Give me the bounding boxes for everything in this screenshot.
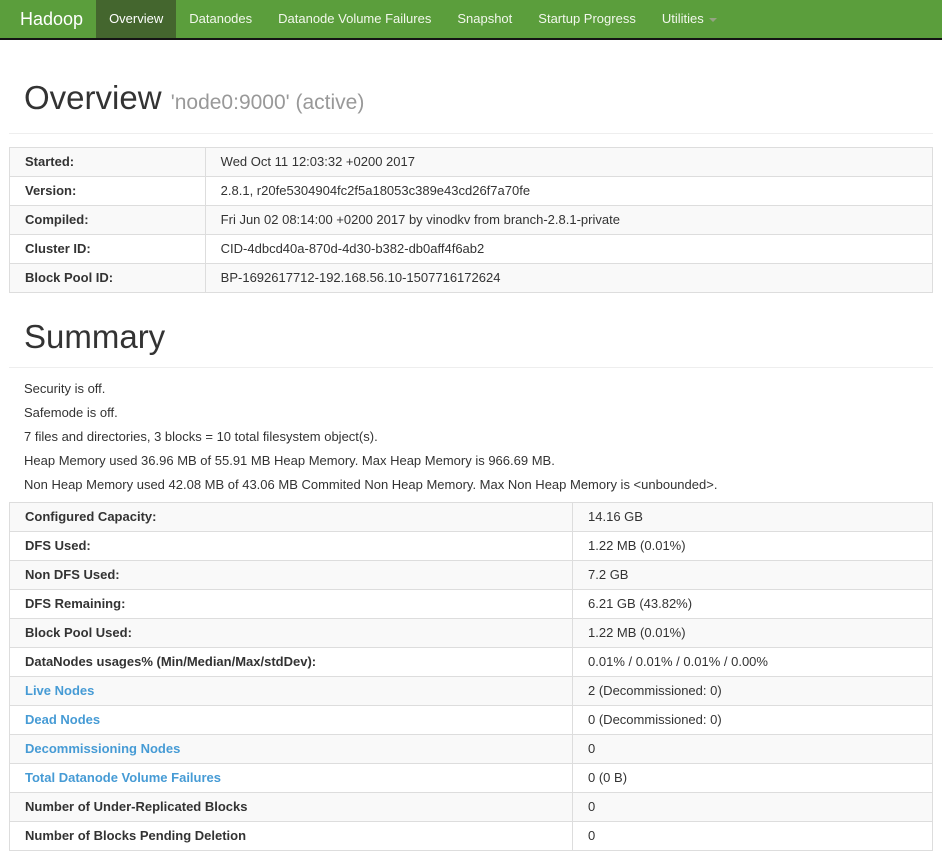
- summary-paragraph: Security is off.: [24, 381, 106, 396]
- table-row: DFS Used: 1.22 MB (0.01%): [8, 531, 933, 561]
- table-row: Live Nodes 2 (Decommissioned: 0): [8, 676, 933, 706]
- row-label: Cluster ID:: [9, 234, 206, 264]
- nav-tab-datanode-volume-failures: Datanode Volume Failures: [265, 0, 444, 38]
- table-row: Block Pool Used: 1.22 MB (0.01%): [8, 618, 933, 648]
- row-label: Block Pool ID:: [9, 263, 206, 293]
- caret-down-icon: [708, 17, 717, 22]
- row-value: 0: [572, 821, 933, 851]
- row-value: 2.8.1, r20fe5304904fc2f5a18053c389e43cd2…: [204, 176, 934, 206]
- summary-paragraph: Heap Memory used 36.96 MB of 55.91 MB He…: [24, 453, 555, 468]
- summary-paragraph: Safemode is off.: [24, 405, 118, 420]
- row-label: Decommissioning Nodes: [8, 734, 574, 764]
- row-label: Started:: [9, 147, 206, 177]
- row-value: 1.22 MB (0.01%): [572, 618, 933, 648]
- summary-paragraph: Non Heap Memory used 42.08 MB of 43.06 M…: [24, 477, 718, 492]
- nav-tab-overview: Overview: [96, 0, 177, 38]
- summary-table: Configured Capacity: 14.16 GB DFS Used: 1.2…: [8, 502, 933, 851]
- row-value: 0: [572, 792, 933, 822]
- page-subtitle: 'node0:9000' (active): [170, 91, 365, 114]
- row-value: 1.22 MB (0.01%): [572, 531, 933, 561]
- summary-text: Security is off. Safemode is off. 7 files …: [9, 382, 933, 492]
- row-value: 0: [572, 734, 933, 764]
- nav-tab-datanodes: Datanodes: [176, 0, 265, 38]
- row-label: Compiled:: [9, 205, 206, 235]
- row-value: 7.2 GB: [572, 560, 933, 590]
- navbar-menu: Overview Datanodes Datanode Volume Failure…: [96, 0, 730, 38]
- row-label: DataNodes usages% (Min/Median/Max/stdDev…: [8, 647, 574, 677]
- summary-title: Summary: [24, 318, 166, 355]
- row-value: 0.01% / 0.01% / 0.01% / 0.00%: [572, 647, 933, 677]
- page-content: Overview 'node0:9000' (active) Started: W…: [0, 80, 942, 851]
- row-label-link[interactable]: Decommissioning Nodes: [25, 741, 180, 756]
- row-value: 2 (Decommissioned: 0): [572, 676, 933, 706]
- divider: [9, 133, 933, 134]
- table-row: Block Pool ID: BP-1692617712-192.168.56.1…: [9, 263, 934, 293]
- row-label: Total Datanode Volume Failures: [8, 763, 574, 793]
- nav-tab-link[interactable]: Datanode Volume Failures: [265, 0, 444, 38]
- overview-info-table: Started: Wed Oct 11 12:03:32 +0200 2017 Ve…: [9, 147, 934, 293]
- row-label: DFS Used:: [8, 531, 574, 561]
- row-label-link[interactable]: Total Datanode Volume Failures: [25, 770, 221, 785]
- nav-tab-link[interactable]: Datanodes: [176, 0, 265, 38]
- nav-tab-snapshot: Snapshot: [444, 0, 525, 38]
- nav-tab-startup-progress: Startup Progress: [525, 0, 649, 38]
- table-row: Configured Capacity: 14.16 GB: [8, 502, 933, 532]
- row-value: 0 (0 B): [572, 763, 933, 793]
- table-row: DFS Remaining: 6.21 GB (43.82%): [8, 589, 933, 619]
- row-label: Live Nodes: [8, 676, 574, 706]
- table-row: Total Datanode Volume Failures 0 (0 B): [8, 763, 933, 793]
- table-row: Decommissioning Nodes 0: [8, 734, 933, 764]
- row-label: Block Pool Used:: [8, 618, 574, 648]
- page-title: Overview 'node0:9000' (active): [9, 80, 933, 121]
- row-value: 14.16 GB: [572, 502, 933, 532]
- table-row: Compiled: Fri Jun 02 08:14:00 +0200 2017 …: [9, 205, 934, 235]
- row-value: Wed Oct 11 12:03:32 +0200 2017: [204, 147, 934, 177]
- row-label-link[interactable]: Dead Nodes: [25, 712, 100, 727]
- row-value: CID-4dbcd40a-870d-4d30-b382-db0aff4f6ab2: [204, 234, 934, 264]
- row-label: Version:: [9, 176, 206, 206]
- row-label: DFS Remaining:: [8, 589, 574, 619]
- nav-tab-link[interactable]: Snapshot: [444, 0, 525, 38]
- row-label-link[interactable]: Live Nodes: [25, 683, 94, 698]
- row-value: 6.21 GB (43.82%): [572, 589, 933, 619]
- table-row: DataNodes usages% (Min/Median/Max/stdDev…: [8, 647, 933, 677]
- row-label: Dead Nodes: [8, 705, 574, 735]
- nav-tab-link[interactable]: Startup Progress: [525, 0, 649, 38]
- table-row: Version: 2.8.1, r20fe5304904fc2f5a18053c3…: [9, 176, 934, 206]
- nav-tab-link[interactable]: Utilities: [649, 0, 730, 38]
- row-label: Non DFS Used:: [8, 560, 574, 590]
- navbar: Hadoop Overview Datanodes Datanode Volume …: [0, 0, 942, 40]
- nav-tab-link[interactable]: Overview: [96, 0, 177, 38]
- row-label: Number of Blocks Pending Deletion: [8, 821, 574, 851]
- summary-paragraph: 7 files and directories, 3 blocks = 10 t…: [24, 429, 378, 444]
- table-row: Cluster ID: CID-4dbcd40a-870d-4d30-b382-d…: [9, 234, 934, 264]
- table-row: Number of Blocks Pending Deletion 0: [8, 821, 933, 851]
- brand-link[interactable]: Hadoop: [0, 0, 96, 38]
- nav-tab-utilities: Utilities: [649, 0, 730, 38]
- table-row: Dead Nodes 0 (Decommissioned: 0): [8, 705, 933, 735]
- table-row: Number of Under-Replicated Blocks 0: [8, 792, 933, 822]
- overview-info-table-body: Started: Wed Oct 11 12:03:32 +0200 2017 Ve…: [9, 147, 934, 293]
- page-title-text: Overview: [24, 79, 162, 116]
- row-label: Number of Under-Replicated Blocks: [8, 792, 574, 822]
- row-value: Fri Jun 02 08:14:00 +0200 2017 by vinodk…: [204, 205, 934, 235]
- row-value: 0 (Decommissioned: 0): [572, 705, 933, 735]
- summary-table-body: Configured Capacity: 14.16 GB DFS Used: 1.2…: [8, 502, 933, 851]
- row-value: BP-1692617712-192.168.56.10-150771617262…: [204, 263, 934, 293]
- table-row: Non DFS Used: 7.2 GB: [8, 560, 933, 590]
- divider: [9, 367, 933, 368]
- table-row: Started: Wed Oct 11 12:03:32 +0200 2017: [9, 147, 934, 177]
- row-label: Configured Capacity:: [8, 502, 574, 532]
